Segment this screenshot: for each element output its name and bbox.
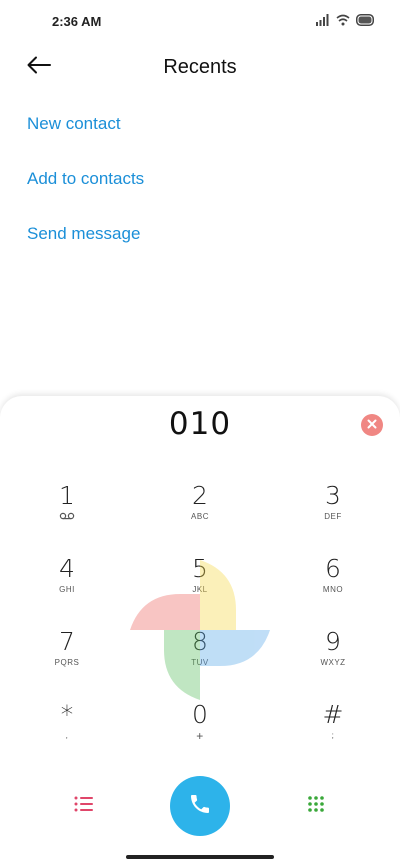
key-letters: ; — [331, 731, 335, 740]
key-hash[interactable]: # ; — [288, 701, 378, 759]
key-letters: ABC — [191, 512, 209, 521]
key-letters: JKL — [192, 585, 208, 594]
key-digit: 2 — [192, 481, 208, 510]
status-bar: 2:36 AM — [0, 0, 400, 44]
key-letters: PQRS — [54, 658, 80, 667]
key-digit: 1 — [59, 481, 75, 510]
key-0[interactable]: 0 + — [155, 701, 245, 759]
close-icon — [367, 416, 377, 434]
key-digit: 4 — [59, 554, 75, 583]
key-2[interactable]: 2 ABC — [155, 482, 245, 540]
dialpad-toggle-button[interactable] — [302, 792, 330, 820]
dialed-number: 010 — [168, 406, 232, 442]
key-9[interactable]: 9 WXYZ — [288, 628, 378, 686]
key-digit: # — [322, 700, 344, 729]
key-letters: DEF — [324, 512, 342, 521]
key-digit: 3 — [325, 481, 341, 510]
list-icon — [74, 796, 94, 817]
key-letters: TUV — [191, 658, 209, 667]
signal-icon — [316, 13, 330, 31]
key-7[interactable]: 7 PQRS — [22, 628, 112, 686]
dialpad-grid-icon — [307, 795, 325, 818]
key-digit: 6 — [325, 554, 341, 583]
key-star[interactable]: * , — [22, 701, 112, 759]
key-6[interactable]: 6 MNO — [288, 555, 378, 613]
home-indicator[interactable] — [126, 855, 274, 859]
key-letters: , — [65, 731, 69, 740]
recents-actions: New contact Add to contacts Send message — [27, 112, 144, 277]
add-to-contacts-link[interactable]: Add to contacts — [27, 167, 144, 222]
dialer-actions — [0, 776, 400, 836]
page-title: Recents — [163, 56, 237, 78]
key-letters: WXYZ — [320, 658, 346, 667]
call-button[interactable] — [170, 776, 230, 836]
status-time: 2:36 AM — [52, 14, 102, 29]
key-digit: 8 — [192, 627, 208, 656]
key-3[interactable]: 3 DEF — [288, 482, 378, 540]
recents-list-button[interactable] — [70, 792, 98, 820]
new-contact-link[interactable]: New contact — [27, 112, 144, 167]
key-4[interactable]: 4 GHI — [22, 555, 112, 613]
key-digit: 5 — [192, 554, 208, 583]
wifi-icon — [336, 13, 350, 31]
clear-button[interactable] — [361, 414, 383, 436]
key-digit: 7 — [59, 627, 75, 656]
send-message-link[interactable]: Send message — [27, 222, 144, 277]
phone-icon — [188, 792, 212, 821]
key-5[interactable]: 5 JKL — [155, 555, 245, 613]
battery-icon — [356, 13, 376, 31]
key-digit: 9 — [325, 627, 341, 656]
status-icons — [316, 14, 376, 30]
key-letters: GHI — [59, 585, 75, 594]
key-digit: 0 — [192, 700, 208, 729]
key-8[interactable]: 8 TUV — [155, 628, 245, 686]
voicemail-icon — [22, 512, 112, 522]
key-digit: * — [60, 700, 74, 729]
key-letters: + — [196, 729, 204, 743]
key-letters: MNO — [322, 585, 344, 594]
key-1[interactable]: 1 — [22, 482, 112, 540]
header: Recents — [0, 44, 400, 94]
